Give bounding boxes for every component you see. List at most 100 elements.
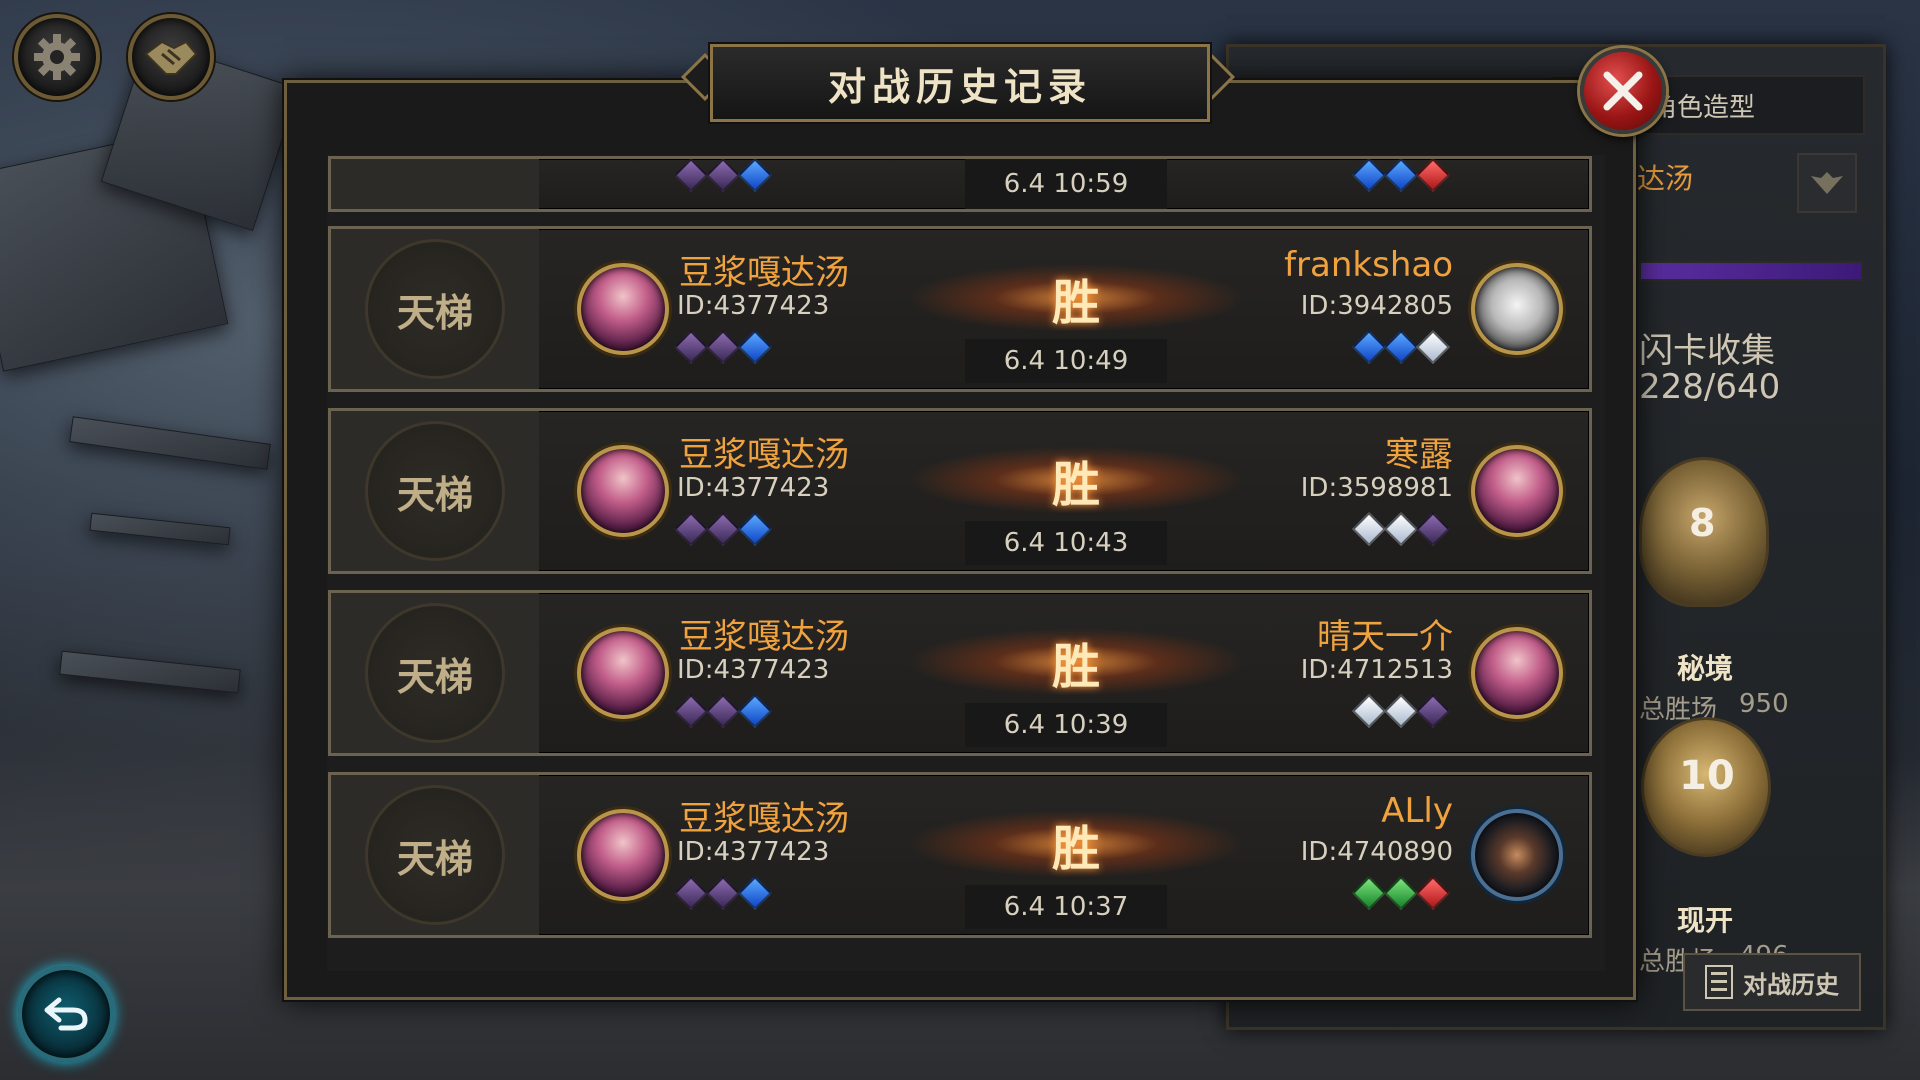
gem [1384, 512, 1418, 546]
mode-cell: 天梯 [331, 229, 539, 389]
rank-level-sealed: 10 [1679, 753, 1735, 799]
experience-bar [1639, 261, 1863, 281]
opponent-avatar[interactable] [1471, 627, 1563, 719]
handshake-icon [144, 40, 198, 75]
gem [1352, 159, 1386, 192]
gem [706, 512, 740, 546]
player-id: ID:4377423 [677, 291, 830, 321]
handshake-button[interactable] [128, 14, 214, 100]
gem [738, 159, 772, 192]
player-id: ID:4377423 [677, 837, 830, 867]
wings-icon [1811, 172, 1843, 194]
gem [738, 330, 772, 364]
gem [1416, 694, 1450, 728]
match-result: 胜 [1051, 821, 1100, 877]
match-row[interactable]: 天梯 豆浆嘎达汤 ID:4377423 胜 6.4 10:39 晴天一介 ID:… [328, 590, 1592, 756]
gem [706, 876, 740, 910]
close-button[interactable] [1580, 48, 1666, 134]
opponent-id: ID:4740890 [1300, 837, 1453, 867]
opponent-avatar[interactable] [1471, 809, 1563, 901]
match-row-partial[interactable]: 6.4 10:59 [328, 156, 1592, 212]
gem [674, 876, 708, 910]
mode-label: 天梯 [396, 289, 473, 335]
gem [1352, 330, 1386, 364]
gem [738, 876, 772, 910]
match-time: 6.4 10:49 [965, 339, 1167, 383]
opponent-avatar[interactable] [1471, 263, 1563, 355]
battle-history-button[interactable]: 对战历史 [1683, 953, 1861, 1011]
opponent-rank-gems [1352, 694, 1450, 728]
gem [1384, 694, 1418, 728]
opponent-id: ID:3942805 [1300, 291, 1453, 321]
player-rank-gems [674, 694, 772, 728]
gem [1384, 330, 1418, 364]
background-stone-slab [69, 416, 271, 470]
gem [706, 694, 740, 728]
player-avatar[interactable] [577, 809, 669, 901]
rank-level-secret-realm: 8 [1689, 501, 1716, 545]
gem [674, 512, 708, 546]
gem [1416, 330, 1450, 364]
player-rank-gems [674, 330, 772, 364]
opponent-rank-gems [1352, 876, 1450, 910]
tab-character-style-label: 角色造型 [1651, 93, 1756, 123]
mode-cell: 天梯 [331, 775, 539, 935]
player-id: ID:4377423 [677, 655, 830, 685]
match-result: 胜 [1051, 639, 1100, 695]
dialog-title-plate: 对战历史记录 [710, 44, 1210, 122]
gem [674, 330, 708, 364]
match-result: 胜 [1051, 275, 1100, 331]
back-button[interactable] [18, 966, 114, 1062]
opponent-rank-gems [1352, 330, 1450, 364]
player-rank-gems [674, 159, 772, 192]
match-row[interactable]: 天梯 豆浆嘎达汤 ID:4377423 胜 6.4 10:49 franksha… [328, 226, 1592, 392]
player-name: 豆浆嘎达汤 [679, 617, 849, 657]
player-avatar[interactable] [577, 627, 669, 719]
mode-label: 天梯 [396, 471, 473, 517]
opponent-name: 寒露 [1385, 435, 1453, 475]
gear-icon [34, 34, 80, 80]
mode-label: 天梯 [396, 653, 473, 699]
background-stone-slab [59, 650, 241, 694]
opponent-avatar[interactable] [1471, 445, 1563, 537]
gem [1416, 512, 1450, 546]
battle-history-button-label: 对战历史 [1743, 970, 1839, 999]
player-avatar[interactable] [577, 263, 669, 355]
wins-value-secret-realm: 950 [1739, 689, 1789, 719]
gem [738, 512, 772, 546]
close-icon [1603, 71, 1643, 111]
rank-emblem-button[interactable] [1797, 153, 1857, 213]
player-id: ID:4377423 [677, 473, 830, 503]
opponent-name: ALly [1381, 791, 1453, 831]
opponent-rank-gems [1352, 512, 1450, 546]
gem [1352, 512, 1386, 546]
gem [1416, 876, 1450, 910]
opponent-id: ID:3598981 [1300, 473, 1453, 503]
mode-name-secret-realm: 秘境 [1677, 652, 1734, 685]
mode-cell [331, 159, 539, 209]
opponent-id: ID:4712513 [1300, 655, 1453, 685]
match-time: 6.4 10:59 [965, 159, 1167, 209]
gem [1352, 876, 1386, 910]
mode-cell: 天梯 [331, 593, 539, 753]
opponent-name: 晴天一介 [1317, 617, 1453, 657]
collection-value: 228/640 [1639, 367, 1781, 407]
dialog-title: 对战历史记录 [827, 63, 1092, 109]
match-row[interactable]: 天梯 豆浆嘎达汤 ID:4377423 胜 6.4 10:37 ALly ID:… [328, 772, 1592, 938]
settings-button[interactable] [14, 14, 100, 100]
mode-label: 天梯 [396, 835, 473, 881]
back-arrow-icon [44, 997, 88, 1031]
list-icon [1705, 965, 1733, 999]
match-time: 6.4 10:43 [965, 521, 1167, 565]
opponent-rank-gems [1352, 159, 1450, 192]
gem [738, 694, 772, 728]
gem [674, 159, 708, 192]
gem [706, 330, 740, 364]
gem [706, 159, 740, 192]
player-name: 豆浆嘎达汤 [679, 799, 849, 839]
background-stone-slab [89, 512, 231, 546]
player-avatar[interactable] [577, 445, 669, 537]
gem [1416, 159, 1450, 192]
gem [1384, 159, 1418, 192]
match-row[interactable]: 天梯 豆浆嘎达汤 ID:4377423 胜 6.4 10:43 寒露 ID:35… [328, 408, 1592, 574]
